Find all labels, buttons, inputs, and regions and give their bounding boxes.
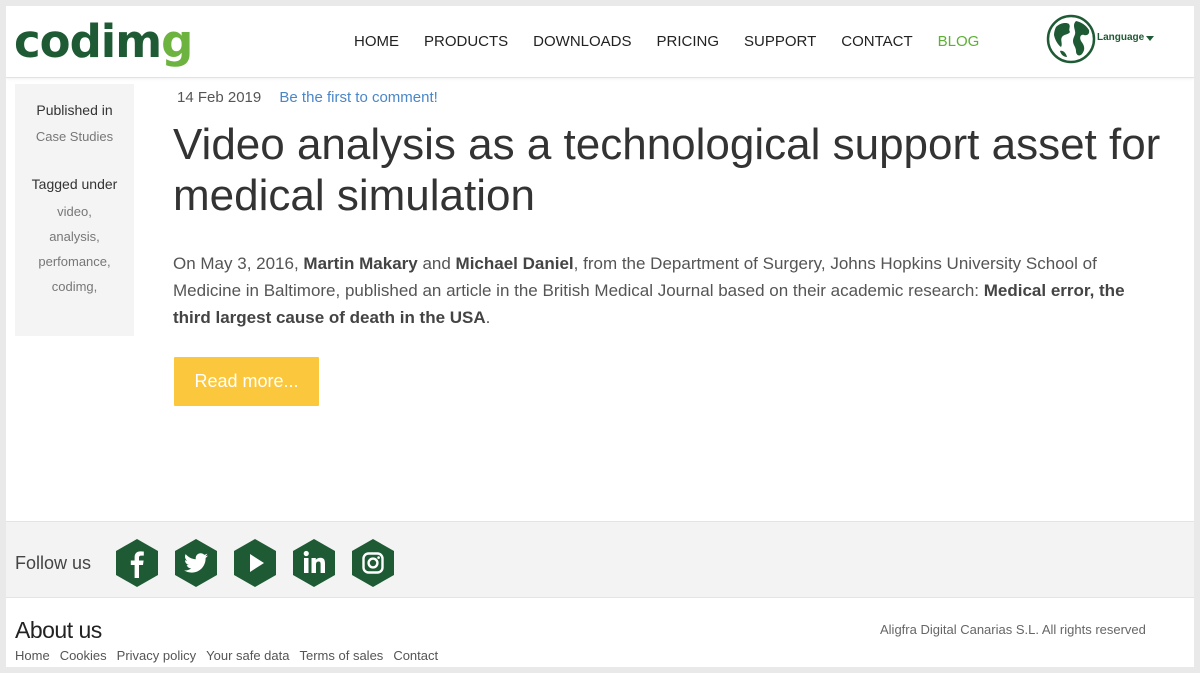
post-title[interactable]: Video analysis as a technological suppor… [173, 119, 1163, 221]
instagram-icon[interactable] [350, 538, 396, 588]
footer-link-privacy[interactable]: Privacy policy [117, 648, 196, 663]
facebook-icon[interactable] [114, 538, 160, 588]
footer-links: Home Cookies Privacy policy Your safe da… [15, 648, 448, 663]
follow-label: Follow us [15, 553, 92, 573]
published-label: Published in [36, 102, 113, 118]
page: codimg HOME PRODUCTS DOWNLOADS PRICING S… [6, 6, 1194, 667]
nav-downloads[interactable]: DOWNLOADS [533, 32, 631, 52]
footer-link-contact[interactable]: Contact [393, 648, 438, 663]
globe-icon [1046, 14, 1096, 64]
nav-home[interactable]: HOME [354, 32, 399, 52]
excerpt-author: Michael Daniel [455, 254, 574, 273]
nav-pricing[interactable]: PRICING [657, 32, 720, 52]
post-meta-sidebar: Published in Case Studies Tagged under v… [15, 84, 134, 336]
nav-products[interactable]: PRODUCTS [424, 32, 508, 52]
about-heading: About us [15, 617, 102, 643]
nav-blog[interactable]: BLOG [938, 32, 980, 52]
excerpt-author: Martin Makary [303, 254, 418, 273]
follow-bar: Follow us [6, 521, 1194, 598]
youtube-icon[interactable] [232, 538, 278, 588]
tagged-label: Tagged under [31, 176, 118, 192]
logo-text: codim [14, 15, 162, 68]
excerpt-text: and [417, 254, 456, 273]
post-excerpt: On May 3, 2016, Martin Makary and Michae… [173, 250, 1153, 331]
comment-link[interactable]: Be the first to comment! [279, 89, 437, 106]
linkedin-icon[interactable] [291, 538, 337, 588]
footer-link-safe-data[interactable]: Your safe data [206, 648, 289, 663]
logo-accent: g [161, 15, 193, 68]
main-nav: HOME PRODUCTS DOWNLOADS PRICING SUPPORT … [354, 32, 1004, 52]
tag-link[interactable]: perfomance, [15, 254, 134, 269]
footer-link-cookies[interactable]: Cookies [60, 648, 107, 663]
chevron-down-icon [1146, 36, 1155, 41]
nav-contact[interactable]: CONTACT [841, 32, 912, 52]
post-info: 14 Feb 2019 Be the first to comment! [177, 89, 438, 106]
read-more-button[interactable]: Read more... [174, 357, 319, 406]
excerpt-text: . [485, 308, 491, 327]
nav-support[interactable]: SUPPORT [744, 32, 816, 52]
post-date: 14 Feb 2019 [177, 89, 262, 106]
logo[interactable]: codimg [14, 14, 193, 70]
twitter-icon[interactable] [173, 538, 219, 588]
footer-link-terms[interactable]: Terms of sales [300, 648, 384, 663]
site-header: codimg HOME PRODUCTS DOWNLOADS PRICING S… [6, 6, 1194, 78]
copyright: Aligfra Digital Canarias S.L. All rights… [880, 622, 1146, 637]
tag-link[interactable]: codimg, [15, 279, 134, 294]
footer-link-home[interactable]: Home [15, 648, 50, 663]
language-selector[interactable]: Language [1046, 14, 1155, 64]
excerpt-text: On May 3, 2016, [173, 254, 304, 273]
tag-link[interactable]: video, [15, 204, 134, 219]
category-link[interactable]: Case Studies [15, 129, 134, 144]
language-label: Language [1097, 32, 1145, 43]
tag-link[interactable]: analysis, [15, 229, 134, 244]
